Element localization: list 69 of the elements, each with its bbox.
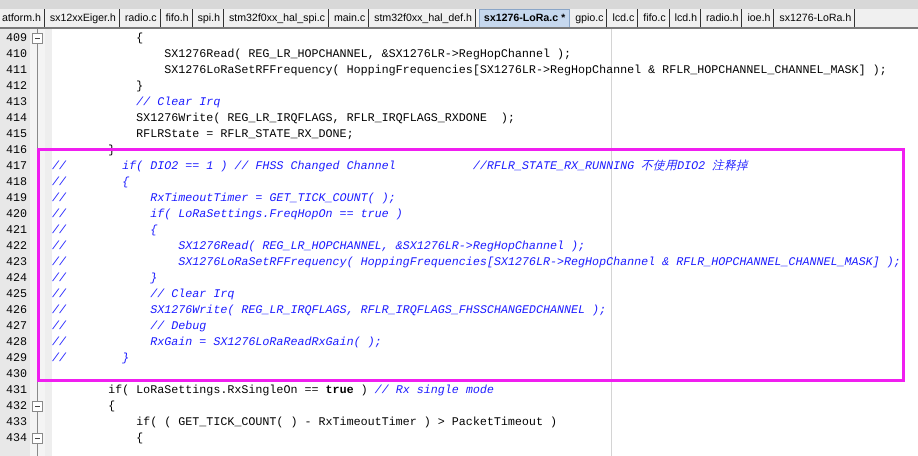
line-number: 411	[4, 62, 28, 78]
line-number: 413	[4, 94, 28, 110]
file-tab[interactable]: stm32f0xx_hal_def.h	[372, 9, 476, 27]
code-line: {	[107, 398, 116, 414]
file-tab[interactable]: sx1276-LoRa.c *	[478, 9, 570, 27]
line-number: 428	[4, 334, 28, 350]
line-number: 420	[4, 206, 28, 222]
line-number: 426	[4, 302, 28, 318]
line-number: 429	[4, 350, 28, 366]
code-line: // SX1276Read( REG_LR_HOPCHANNEL, &SX1276LR->RegHopChannel );	[52, 238, 586, 254]
code-line: SX1276Write( REG_LR_IRQFLAGS, RFLR_IRQFLAGS_RXDONE );	[135, 110, 515, 126]
file-tab[interactable]: fifo.c	[641, 9, 670, 27]
file-tab[interactable]: lcd.c	[610, 9, 638, 27]
code-line: // Clear Irq	[135, 94, 220, 110]
file-tab[interactable]: radio.c	[122, 9, 161, 27]
line-number: 423	[4, 254, 28, 270]
code-line: // RxTimeoutTimer = GET_TICK_COUNT( );	[52, 190, 396, 206]
line-number: 431	[4, 382, 28, 398]
code-line: // if( DIO2 == 1 ) // FHSS Changed Channel //RFLR_STATE_RX_RUNNING 不使用DIO2 注释掉	[52, 158, 748, 174]
line-number: 421	[4, 222, 28, 238]
line-number: 416	[4, 142, 28, 158]
line-number: 419	[4, 190, 28, 206]
file-tab[interactable]: sx12xxEiger.h	[48, 9, 120, 27]
collapse-icon[interactable]	[32, 433, 43, 444]
code-line: }	[135, 78, 144, 94]
code-line: if( LoRaSettings.RxSingleOn == true ) // Rx single mode	[107, 382, 494, 398]
line-number: 434	[4, 430, 28, 446]
line-number: 409	[4, 30, 28, 46]
code-line: // // Debug	[52, 318, 206, 334]
code-line: // {	[52, 222, 158, 238]
file-tab[interactable]: stm32f0xx_hal_spi.c	[226, 9, 329, 27]
line-number: 410	[4, 46, 28, 62]
file-tab[interactable]: radio.h	[704, 9, 742, 27]
code-line: // // Clear Irq	[52, 286, 234, 302]
code-line: // }	[52, 270, 158, 286]
file-tab[interactable]: atform.h	[0, 9, 45, 27]
code-line: // {	[52, 174, 130, 190]
code-line: // SX1276LoRaSetRFFrequency( HoppingFrequencies[SX1276LR->RegHopChannel & RFLR_HOPCHANNEL_CHANNEL_MASK] );	[52, 254, 901, 270]
line-number: 417	[4, 158, 28, 174]
line-number: 427	[4, 318, 28, 334]
code-line: SX1276Read( REG_LR_HOPCHANNEL, &SX1276LR->RegHopChannel );	[163, 46, 572, 62]
code-line: if( ( GET_TICK_COUNT( ) - RxTimeoutTimer ) > PacketTimeout )	[135, 414, 557, 430]
code-line: // SX1276Write( REG_LR_IRQFLAGS, RFLR_IRQFLAGS_FHSSCHANGEDCHANNEL );	[52, 302, 606, 318]
file-tab[interactable]: gpio.c	[573, 9, 608, 27]
line-number: 418	[4, 174, 28, 190]
line-number: 433	[4, 414, 28, 430]
line-number: 414	[4, 110, 28, 126]
code-line: {	[135, 430, 144, 446]
code-line: SX1276LoRaSetRFFrequency( HoppingFrequencies[SX1276LR->RegHopChannel & RFLR_HOPCHANNEL_CHANNEL_MASK] );	[163, 62, 887, 78]
code-line: // RxGain = SX1276LoRaReadRxGain( );	[52, 334, 382, 350]
file-tab[interactable]: main.c	[332, 9, 370, 27]
line-number: 412	[4, 78, 28, 94]
line-number: 424	[4, 270, 28, 286]
code-line: RFLRState = RFLR_STATE_RX_DONE;	[135, 126, 354, 142]
line-number: 430	[4, 366, 28, 382]
file-tab[interactable]: sx1276-LoRa.h	[777, 9, 856, 27]
line-number: 425	[4, 286, 28, 302]
line-number: 415	[4, 126, 28, 142]
file-tab[interactable]: fifo.h	[164, 9, 193, 27]
collapse-icon[interactable]	[32, 401, 43, 412]
code-line: // }	[52, 350, 130, 366]
line-number: 422	[4, 238, 28, 254]
file-tab[interactable]: lcd.h	[672, 9, 702, 27]
code-line: // if( LoRaSettings.FreqHopOn == true )	[52, 206, 403, 222]
file-tab[interactable]: spi.h	[196, 9, 224, 27]
code-line: {	[135, 30, 144, 46]
collapse-icon[interactable]	[32, 33, 43, 44]
file-tab[interactable]: ioe.h	[745, 9, 774, 27]
line-number: 432	[4, 398, 28, 414]
